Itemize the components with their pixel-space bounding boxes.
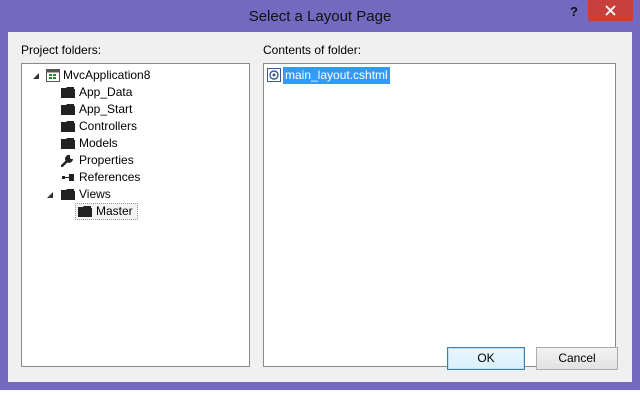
folder-icon bbox=[61, 121, 75, 132]
contents-label: Contents of folder: bbox=[263, 43, 362, 57]
tree-node-label: MvcApplication8 bbox=[63, 68, 151, 82]
tree-node-master[interactable]: Master bbox=[22, 203, 249, 220]
tree-node-label: Master bbox=[96, 204, 133, 218]
tree-node-properties[interactable]: Properties bbox=[22, 152, 249, 169]
expanded-arrow-icon[interactable] bbox=[46, 186, 56, 203]
dialog-client: Project folders: MvcApplication8 App_Dat bbox=[8, 32, 632, 382]
tree-node-label: Models bbox=[79, 136, 118, 150]
folder-icon bbox=[61, 189, 75, 200]
folder-icon bbox=[61, 138, 75, 149]
wrench-icon bbox=[61, 154, 73, 167]
close-icon bbox=[605, 5, 616, 16]
help-button[interactable]: ? bbox=[567, 4, 581, 20]
folder-icon bbox=[61, 104, 75, 115]
tree-node-app-data[interactable]: App_Data bbox=[22, 84, 249, 101]
expanded-arrow-icon[interactable] bbox=[32, 67, 42, 84]
file-item-label: main_layout.cshtml bbox=[283, 67, 390, 84]
tree-node-label: Properties bbox=[79, 153, 134, 167]
contents-list[interactable]: main_layout.cshtml bbox=[263, 63, 616, 367]
dialog-window: Select a Layout Page ? Project folders: bbox=[0, 0, 640, 390]
folder-icon bbox=[61, 87, 75, 98]
tree-node-label: App_Data bbox=[79, 85, 133, 99]
close-button[interactable] bbox=[588, 0, 633, 21]
tree-node-label: References bbox=[79, 170, 141, 184]
tree-node-label: App_Start bbox=[79, 102, 133, 116]
references-icon bbox=[62, 174, 74, 181]
project-folders-label: Project folders: bbox=[21, 43, 102, 57]
tree-node-label: Views bbox=[79, 187, 111, 201]
tree-node-references[interactable]: References bbox=[22, 169, 249, 186]
dialog-title: Select a Layout Page bbox=[248, 8, 392, 25]
project-folders-tree[interactable]: MvcApplication8 App_Data App_Start Contr… bbox=[21, 63, 250, 367]
project-icon bbox=[46, 69, 60, 82]
title-bar[interactable]: Select a Layout Page ? bbox=[0, 0, 640, 32]
tree-node-models[interactable]: Models bbox=[22, 135, 249, 152]
ok-button[interactable]: OK bbox=[447, 347, 525, 370]
tree-node-views[interactable]: Views bbox=[22, 186, 249, 203]
tree-node-label: Controllers bbox=[79, 119, 138, 133]
tree-node-app-start[interactable]: App_Start bbox=[22, 101, 249, 118]
cancel-button[interactable]: Cancel bbox=[536, 347, 618, 370]
folder-icon bbox=[78, 206, 92, 217]
razor-file-icon bbox=[267, 68, 281, 82]
tree-node-controllers[interactable]: Controllers bbox=[22, 118, 249, 135]
tree-node-mvcapplication8[interactable]: MvcApplication8 bbox=[22, 67, 249, 84]
